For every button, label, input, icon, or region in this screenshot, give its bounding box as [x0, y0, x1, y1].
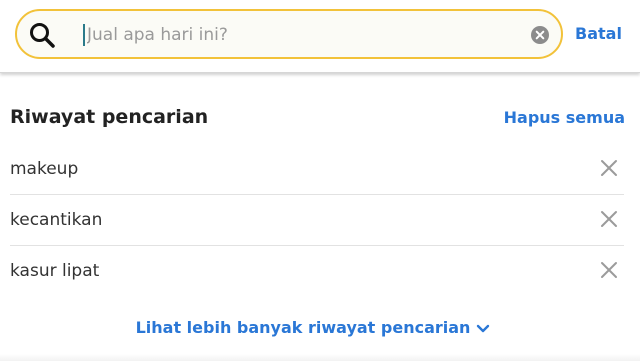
text-caret [83, 24, 85, 46]
history-item-label[interactable]: kasur lipat [10, 261, 99, 281]
history-item-label[interactable]: makeup [10, 159, 78, 179]
bottom-divider [0, 354, 640, 361]
history-item-label[interactable]: kecantikan [10, 210, 102, 230]
cancel-button[interactable]: Batal [575, 24, 622, 43]
show-more-history-button[interactable]: Lihat lebih banyak riwayat pencarian [0, 318, 626, 337]
close-icon[interactable] [600, 261, 618, 279]
clear-circle-icon[interactable] [530, 25, 550, 45]
close-icon[interactable] [600, 210, 618, 228]
clear-all-button[interactable]: Hapus semua [504, 108, 625, 127]
chevron-down-icon [477, 324, 490, 332]
show-more-label: Lihat lebih banyak riwayat pencarian [135, 318, 471, 337]
search-input[interactable] [87, 19, 517, 51]
search-box[interactable] [15, 9, 563, 59]
close-icon[interactable] [600, 159, 618, 177]
history-header: Riwayat pencarian Hapus semua [10, 106, 625, 132]
history-item[interactable]: kasur lipat [10, 246, 624, 296]
history-list: makeup kecantikan kasur lipat [10, 144, 624, 296]
search-icon [30, 23, 55, 48]
history-item[interactable]: kecantikan [10, 195, 624, 246]
history-title: Riwayat pencarian [10, 106, 209, 128]
search-header: Batal [0, 0, 640, 73]
history-item[interactable]: makeup [10, 144, 624, 195]
